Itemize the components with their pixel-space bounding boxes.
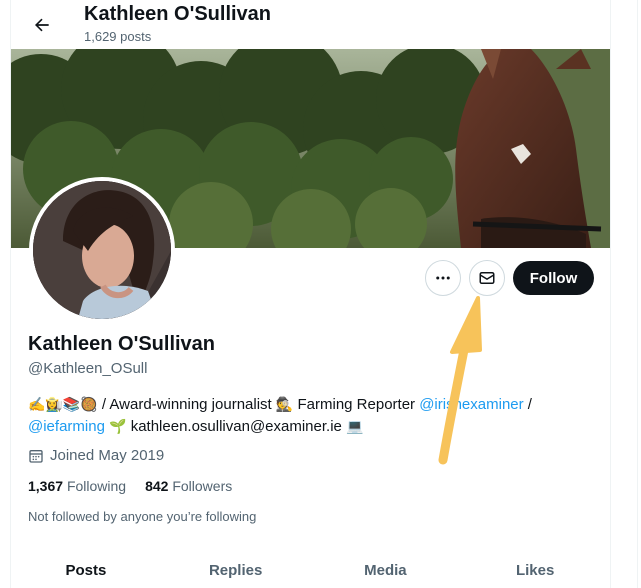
message-button[interactable] [469,260,505,296]
bio-text: / [523,396,532,413]
avatar[interactable] [29,177,175,323]
follow-button[interactable]: Follow [513,261,594,295]
envelope-icon [479,272,495,284]
more-horizontal-icon [436,276,450,280]
tab-likes[interactable]: Likes [460,552,610,588]
following-label: Following [66,478,127,494]
calendar-icon [29,449,43,463]
computer-emoji: 💻 [346,419,364,435]
profile-name: Kathleen O'Sullivan [28,333,216,355]
followers-link[interactable]: 842 Followers [145,478,232,494]
joined-date: Joined May 2019 [28,447,164,464]
profile-handle: @Kathleen_OSull [28,360,148,377]
following-link[interactable]: 1,367 Following [28,478,126,494]
profile-bio: ✍️👩‍🌾📚🥘 / Award-winning journalist 🕵️ Fa… [28,394,598,438]
followers-label: Followers [172,478,233,494]
bio-email: kathleen.osullivan@examiner.ie [126,418,347,435]
header-post-count: 1,629 posts [84,29,152,44]
sidebar-divider [637,0,641,588]
more-button[interactable] [425,260,461,296]
arrow-left-icon [35,18,49,32]
tab-posts[interactable]: Posts [11,552,161,588]
seedling-emoji: 🌱 [109,419,127,435]
following-count: 1,367 [28,478,64,494]
profile-header: Kathleen O'Sullivan 1,629 posts [11,0,610,48]
mention-iefarming[interactable]: @iefarming [28,418,105,435]
mention-irishexaminer[interactable]: @irishexaminer [419,396,523,413]
tab-replies[interactable]: Replies [161,552,311,588]
profile-page: Kathleen O'Sullivan 1,629 posts Follow K… [0,0,641,588]
tab-label: Media [364,562,407,579]
tab-label: Replies [208,562,263,579]
not-followed-note: Not followed by anyone you’re following [28,509,257,524]
header-title: Kathleen O'Sullivan [84,3,272,25]
profile-column: Kathleen O'Sullivan 1,629 posts Follow K… [10,0,611,588]
tab-label: Posts [65,562,107,579]
bio-emojis: ✍️👩‍🌾📚🥘 [28,397,98,413]
tab-media[interactable]: Media [311,552,461,588]
follow-stats: 1,367 Following 842 Followers [28,478,251,494]
profile-tabs: Posts Replies Media Likes [11,552,610,588]
joined-text: Joined May 2019 [50,447,165,464]
followers-count: 842 [145,478,169,494]
detective-emoji: 🕵️ [275,397,294,413]
avatar-image [33,181,171,319]
back-button[interactable] [25,8,59,42]
tab-label: Likes [515,562,555,579]
bio-text: Farming Reporter [293,396,420,413]
bio-text: / Award-winning journalist [97,396,276,413]
